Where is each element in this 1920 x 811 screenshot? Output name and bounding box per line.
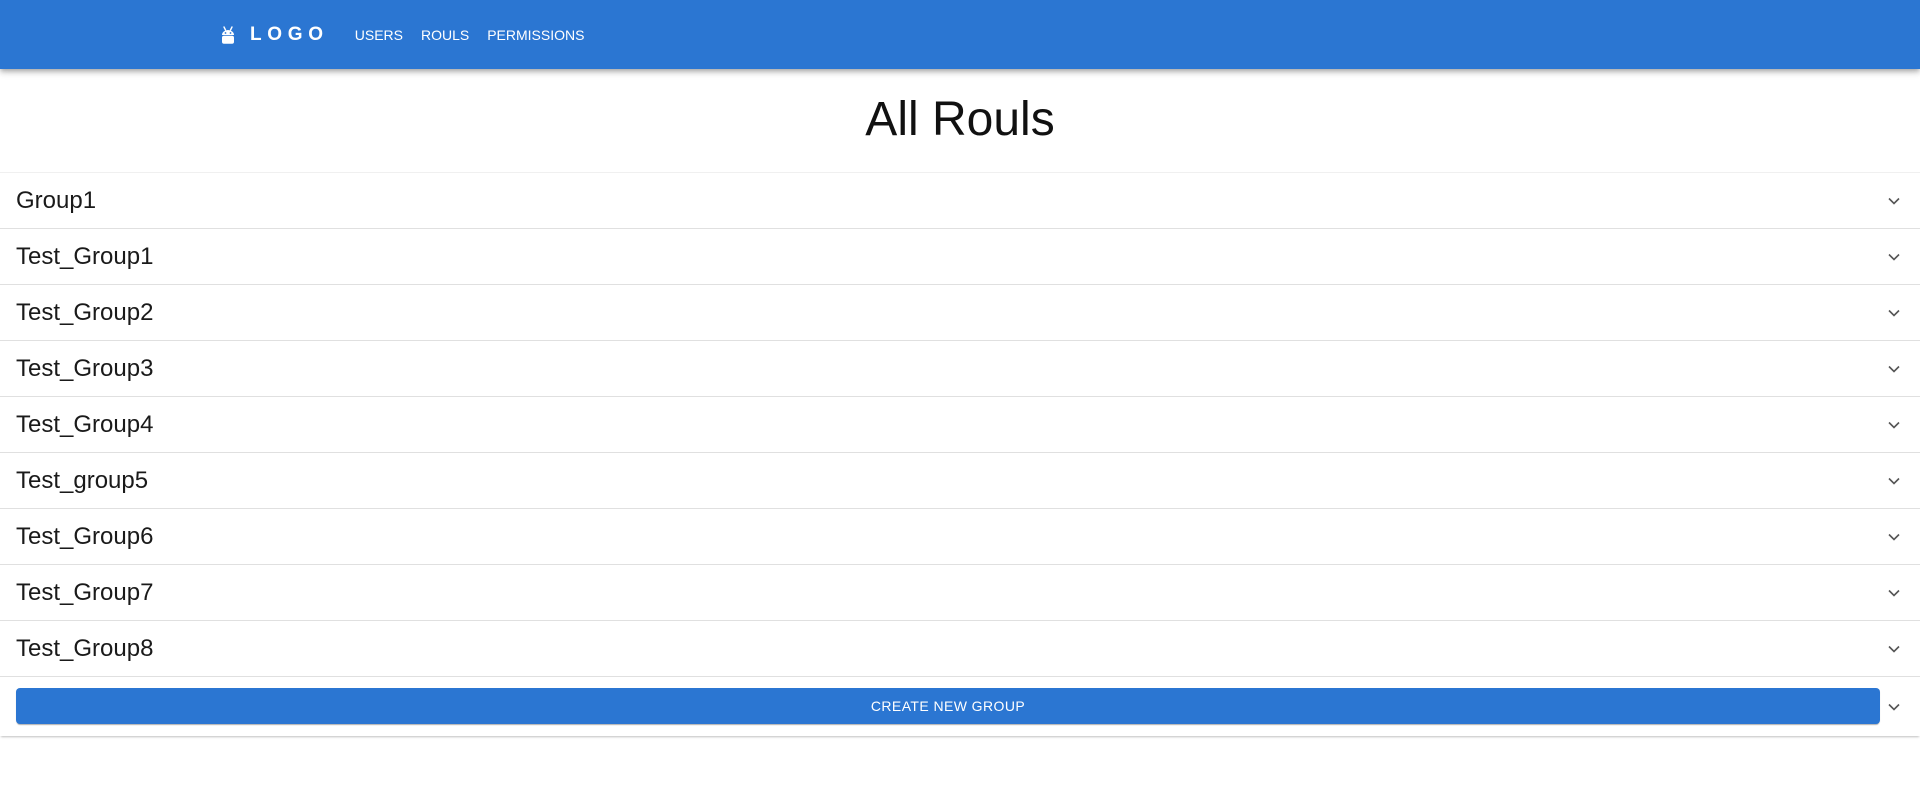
groups-accordion: Group1 Test_Group1 Test_Group2 Test_Grou… [0,172,1920,736]
group-name: Test_group5 [16,467,149,494]
chevron-down-icon[interactable] [1886,585,1902,601]
group-name: Test_Group1 [16,243,154,270]
app-bar: LOGO USERS ROULS PERMISSIONS [0,0,1920,69]
chevron-down-icon[interactable] [1886,699,1902,715]
page-title: All Rouls [865,93,1055,146]
chevron-down-icon[interactable] [1886,417,1902,433]
toolbar: LOGO USERS ROULS PERMISSIONS [220,0,592,69]
create-new-group-button[interactable]: CREATE NEW GROUP [16,688,1880,724]
group-item[interactable]: Test_Group1 [0,228,1920,284]
android-icon [220,24,236,46]
group-item[interactable]: Group1 [0,172,1920,228]
group-item[interactable]: Test_group5 [0,452,1920,508]
group-name: Test_Group2 [16,299,154,326]
create-group-panel: CREATE NEW GROUP [0,676,1920,736]
group-item[interactable]: Test_Group8 [0,620,1920,676]
group-name: Test_Group7 [16,579,154,606]
chevron-down-icon[interactable] [1886,529,1902,545]
group-name: Test_Group8 [16,635,154,662]
chevron-down-icon[interactable] [1886,193,1902,209]
nav-rouls[interactable]: ROULS [413,21,477,49]
group-name: Test_Group6 [16,523,154,550]
nav-users[interactable]: USERS [347,21,411,49]
chevron-down-icon[interactable] [1886,249,1902,265]
chevron-down-icon[interactable] [1886,473,1902,489]
nav-permissions[interactable]: PERMISSIONS [479,21,592,49]
chevron-down-icon[interactable] [1886,641,1902,657]
group-item[interactable]: Test_Group3 [0,340,1920,396]
chevron-down-icon[interactable] [1886,361,1902,377]
group-name: Test_Group3 [16,355,154,382]
chevron-down-icon[interactable] [1886,305,1902,321]
group-item[interactable]: Test_Group2 [0,284,1920,340]
group-item[interactable]: Test_Group6 [0,508,1920,564]
group-item[interactable]: Test_Group4 [0,396,1920,452]
group-name: Test_Group4 [16,411,154,438]
group-item[interactable]: Test_Group7 [0,564,1920,620]
logo-text[interactable]: LOGO [250,24,329,46]
group-name: Group1 [16,187,97,214]
